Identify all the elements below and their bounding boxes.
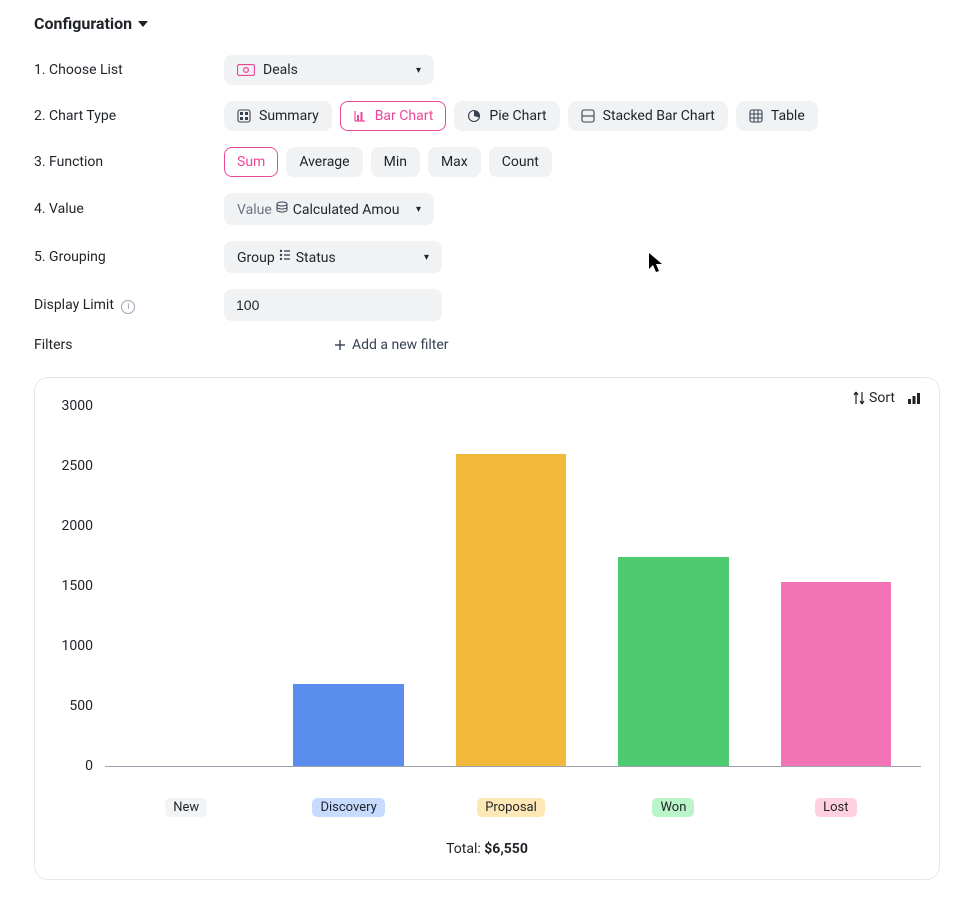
- configuration-title: Configuration: [34, 14, 132, 33]
- chart-plot: 050010001500200025003000: [53, 406, 921, 786]
- deals-icon: [237, 64, 255, 76]
- chart-total: Total: $6,550: [53, 841, 921, 857]
- chevron-down-icon: ▾: [424, 252, 429, 263]
- y-tick: 1000: [53, 638, 93, 654]
- function-min[interactable]: Min: [371, 147, 420, 177]
- bar-won[interactable]: [618, 557, 728, 766]
- bar-size-icon[interactable]: [907, 391, 921, 405]
- row-num: 4.: [34, 201, 46, 217]
- row-num: 5.: [34, 249, 46, 265]
- sort-icon: [853, 391, 865, 405]
- y-tick: 0: [53, 758, 93, 774]
- y-tick: 2000: [53, 518, 93, 534]
- y-tick: 1500: [53, 578, 93, 594]
- bar-lost[interactable]: [781, 582, 891, 766]
- bar-chart-icon: [353, 109, 367, 123]
- value-select-key: Value: [237, 202, 272, 218]
- y-tick: 3000: [53, 398, 93, 414]
- row-label: Value: [49, 201, 84, 217]
- x-label-proposal[interactable]: Proposal: [477, 798, 545, 817]
- bar-discovery[interactable]: [293, 684, 403, 766]
- list-select[interactable]: Deals ▾: [224, 55, 434, 85]
- summary-icon: [237, 109, 251, 123]
- row-num: 3.: [34, 154, 46, 170]
- value-select[interactable]: Value Calculated Amou ▾: [224, 193, 434, 225]
- plus-icon: [334, 339, 346, 351]
- group-select[interactable]: Group Status ▾: [224, 241, 442, 273]
- config-row-grouping: 5. Grouping Group Status ▾: [34, 241, 940, 273]
- chart-card: Sort 0 500 1000 1500 2000 2500 3000 New Discove…: [34, 377, 940, 880]
- chart-type-bar[interactable]: Bar Chart: [340, 101, 447, 131]
- row-label: Grouping: [49, 249, 106, 265]
- x-label-discovery[interactable]: Discovery: [312, 798, 384, 817]
- group-select-value: Status: [296, 250, 336, 266]
- caret-down-icon: [138, 19, 148, 29]
- pie-chart-icon: [467, 109, 481, 123]
- display-limit-input[interactable]: [224, 289, 442, 321]
- function-sum[interactable]: Sum: [224, 147, 278, 177]
- config-row-display-limit: Display Limit i: [34, 289, 940, 321]
- y-tick: 2500: [53, 458, 93, 474]
- config-row-filters: Filters Add a new filter: [34, 337, 940, 353]
- info-icon: i: [121, 300, 135, 314]
- function-max[interactable]: Max: [428, 147, 481, 177]
- value-select-value: Calculated Amou: [293, 202, 400, 218]
- row-label: Display Limit: [34, 297, 114, 313]
- chart-type-pie[interactable]: Pie Chart: [454, 101, 559, 131]
- x-label-won[interactable]: Won: [652, 798, 694, 817]
- add-filter-button[interactable]: Add a new filter: [334, 337, 449, 353]
- config-row-function: 3. Function Sum Average Min Max Count: [34, 147, 940, 177]
- bar-proposal[interactable]: [456, 454, 566, 766]
- chart-total-amount: $6,550: [484, 841, 528, 857]
- function-average[interactable]: Average: [286, 147, 362, 177]
- row-label: Choose List: [49, 62, 123, 78]
- sort-button[interactable]: Sort: [853, 390, 895, 406]
- currency-icon: [275, 200, 289, 214]
- chart-type-summary[interactable]: Summary: [224, 101, 332, 131]
- row-label: Filters: [34, 337, 73, 353]
- row-num: 2.: [34, 108, 46, 124]
- config-row-chart-type: 2. Chart Type Summary Bar Chart Pie Char…: [34, 101, 940, 131]
- chevron-down-icon: ▾: [416, 204, 421, 215]
- y-tick: 500: [53, 698, 93, 714]
- x-label-new[interactable]: New: [165, 798, 207, 817]
- list-icon: [278, 248, 292, 262]
- x-label-lost[interactable]: Lost: [815, 798, 856, 817]
- row-label: Chart Type: [49, 108, 116, 124]
- stacked-bar-icon: [581, 109, 595, 123]
- chevron-down-icon: ▾: [416, 65, 421, 76]
- chart-type-stacked-bar[interactable]: Stacked Bar Chart: [568, 101, 728, 131]
- group-select-key: Group: [237, 250, 275, 266]
- row-label: Function: [49, 154, 103, 170]
- configuration-header[interactable]: Configuration: [34, 14, 940, 33]
- list-select-value: Deals: [263, 62, 298, 78]
- table-icon: [749, 109, 763, 123]
- config-row-value: 4. Value Value Calculated Amou ▾: [34, 193, 940, 225]
- chart-type-table[interactable]: Table: [736, 101, 818, 131]
- function-count[interactable]: Count: [489, 147, 552, 177]
- row-num: 1.: [34, 62, 46, 78]
- config-row-choose-list: 1. Choose List Deals ▾: [34, 55, 940, 85]
